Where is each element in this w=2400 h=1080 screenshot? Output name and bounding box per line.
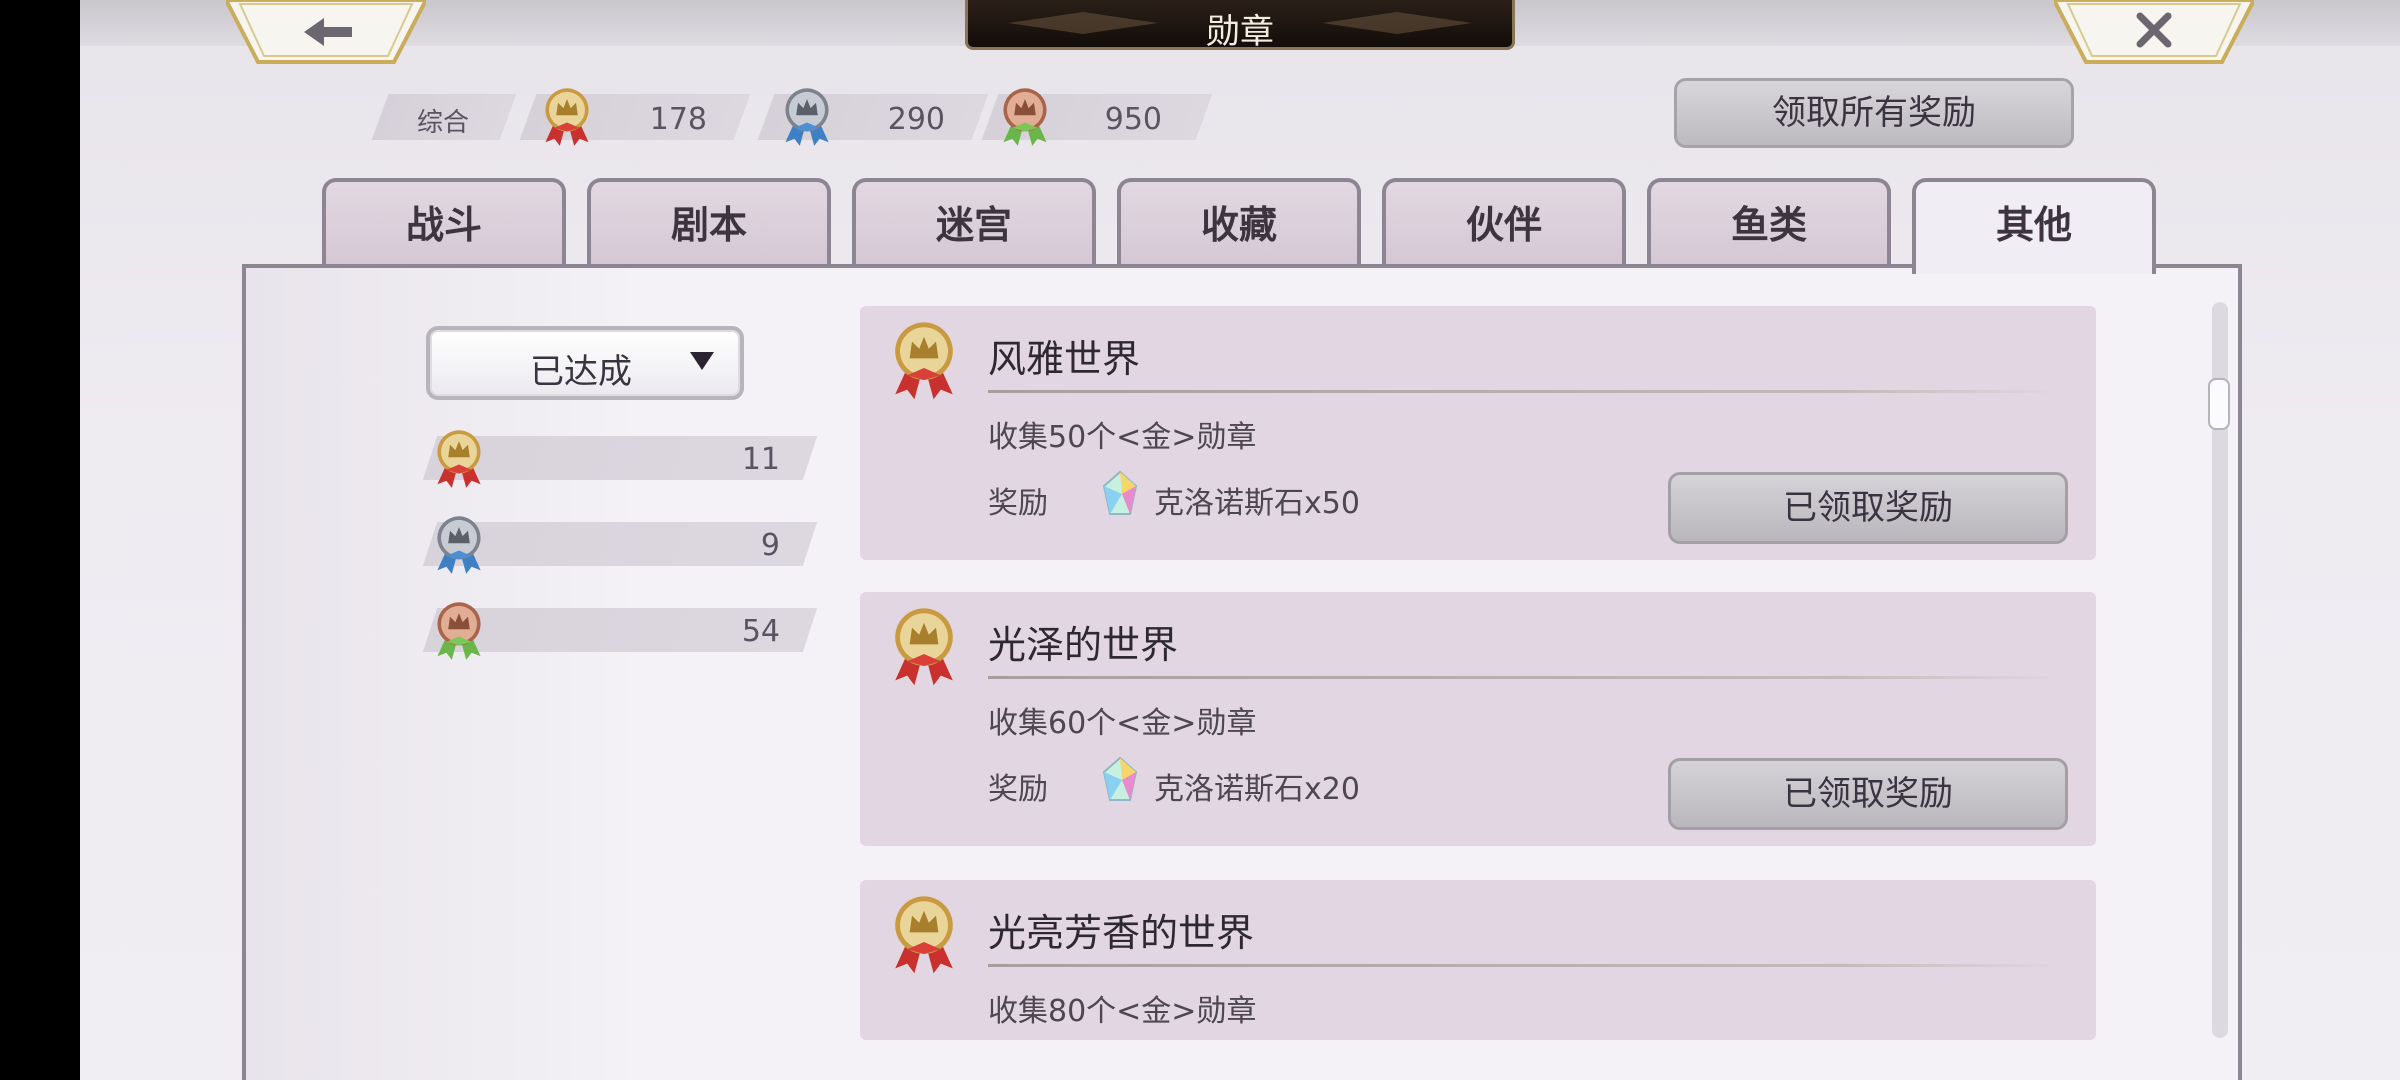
bronze-medal-icon (432, 600, 486, 664)
achievement-card: 光泽的世界 收集60个<金>勋章 奖励 克洛诺斯石x20 已领取奖励 (860, 592, 2096, 846)
chronos-stone-icon (1100, 470, 1140, 518)
chronos-stone-icon (1100, 756, 1140, 804)
tab-battle[interactable]: 战斗 (322, 178, 566, 268)
tab-companion[interactable]: 伙伴 (1382, 178, 1626, 268)
reward-label: 奖励 (988, 772, 1048, 807)
bronze-count-row: 54 (422, 608, 820, 652)
status-filter-dropdown[interactable]: 已达成 (426, 326, 744, 400)
claim-all-button[interactable]: 领取所有奖励 (1674, 78, 2074, 148)
gold-medal-icon (888, 606, 960, 690)
reward-text: 克洛诺斯石x50 (1154, 486, 1360, 521)
tab-fish[interactable]: 鱼类 (1647, 178, 1891, 268)
achievement-description: 收集50个<金>勋章 (988, 420, 1257, 455)
reward-label: 奖励 (988, 486, 1048, 521)
silver-medal-icon (432, 514, 486, 578)
silver-medal-icon (780, 86, 834, 150)
gold-medal-icon (888, 894, 960, 978)
silver-count-row: 9 (422, 522, 820, 566)
achievement-card: 光亮芳香的世界 收集80个<金>勋章 (860, 880, 2096, 1040)
divider (988, 676, 2058, 679)
gold-medal-icon (432, 428, 486, 492)
page-title: 勋章 (1206, 12, 1274, 52)
summary-bar: 综合 178 290 (80, 94, 989, 140)
achievement-description: 收集80个<金>勋章 (988, 994, 1257, 1029)
achievement-title: 光泽的世界 (988, 623, 1179, 667)
claimed-reward-button[interactable]: 已领取奖励 (1668, 472, 2068, 544)
filter-selected-value: 已达成 (530, 352, 632, 392)
achievement-description: 收集60个<金>勋章 (988, 706, 1257, 741)
gold-medal-icon (888, 320, 960, 404)
claimed-reward-button[interactable]: 已领取奖励 (1668, 758, 2068, 830)
divider (988, 964, 2058, 967)
bronze-medal-icon (998, 86, 1052, 150)
back-button[interactable] (226, 0, 426, 66)
title-bar: 勋章 (965, 0, 1515, 52)
scrollbar-thumb[interactable] (2208, 378, 2230, 430)
tab-labyrinth[interactable]: 迷宫 (852, 178, 1096, 268)
achievement-title: 风雅世界 (988, 337, 1141, 381)
summary-bar-bronze: 950 (980, 94, 1240, 140)
summary-gold-count: 178 (649, 102, 707, 137)
gold-count: 11 (741, 442, 780, 477)
tab-other[interactable]: 其他 (1912, 178, 2156, 274)
medal-screen: 勋章 综合 178 290 950 领取所有奖励 战斗 剧本 迷宫 收藏 伙伴 … (80, 0, 2400, 1080)
silver-count: 9 (760, 528, 780, 563)
summary-label: 综合 (417, 108, 470, 138)
bronze-count: 54 (741, 614, 780, 649)
divider (988, 390, 2058, 393)
summary-bronze-count: 950 (1104, 102, 1162, 137)
summary-silver-count: 290 (887, 102, 945, 137)
achievement-card: 风雅世界 收集50个<金>勋章 奖励 克洛诺斯石x50 已领取奖励 (860, 306, 2096, 560)
tab-script[interactable]: 剧本 (587, 178, 831, 268)
achievement-title: 光亮芳香的世界 (988, 911, 1255, 955)
reward-text: 克洛诺斯石x20 (1154, 772, 1360, 807)
close-button[interactable] (2054, 0, 2254, 66)
chevron-down-icon (690, 352, 714, 370)
gold-medal-icon (540, 86, 594, 150)
gold-count-row: 11 (422, 436, 820, 480)
tab-collection[interactable]: 收藏 (1117, 178, 1361, 268)
